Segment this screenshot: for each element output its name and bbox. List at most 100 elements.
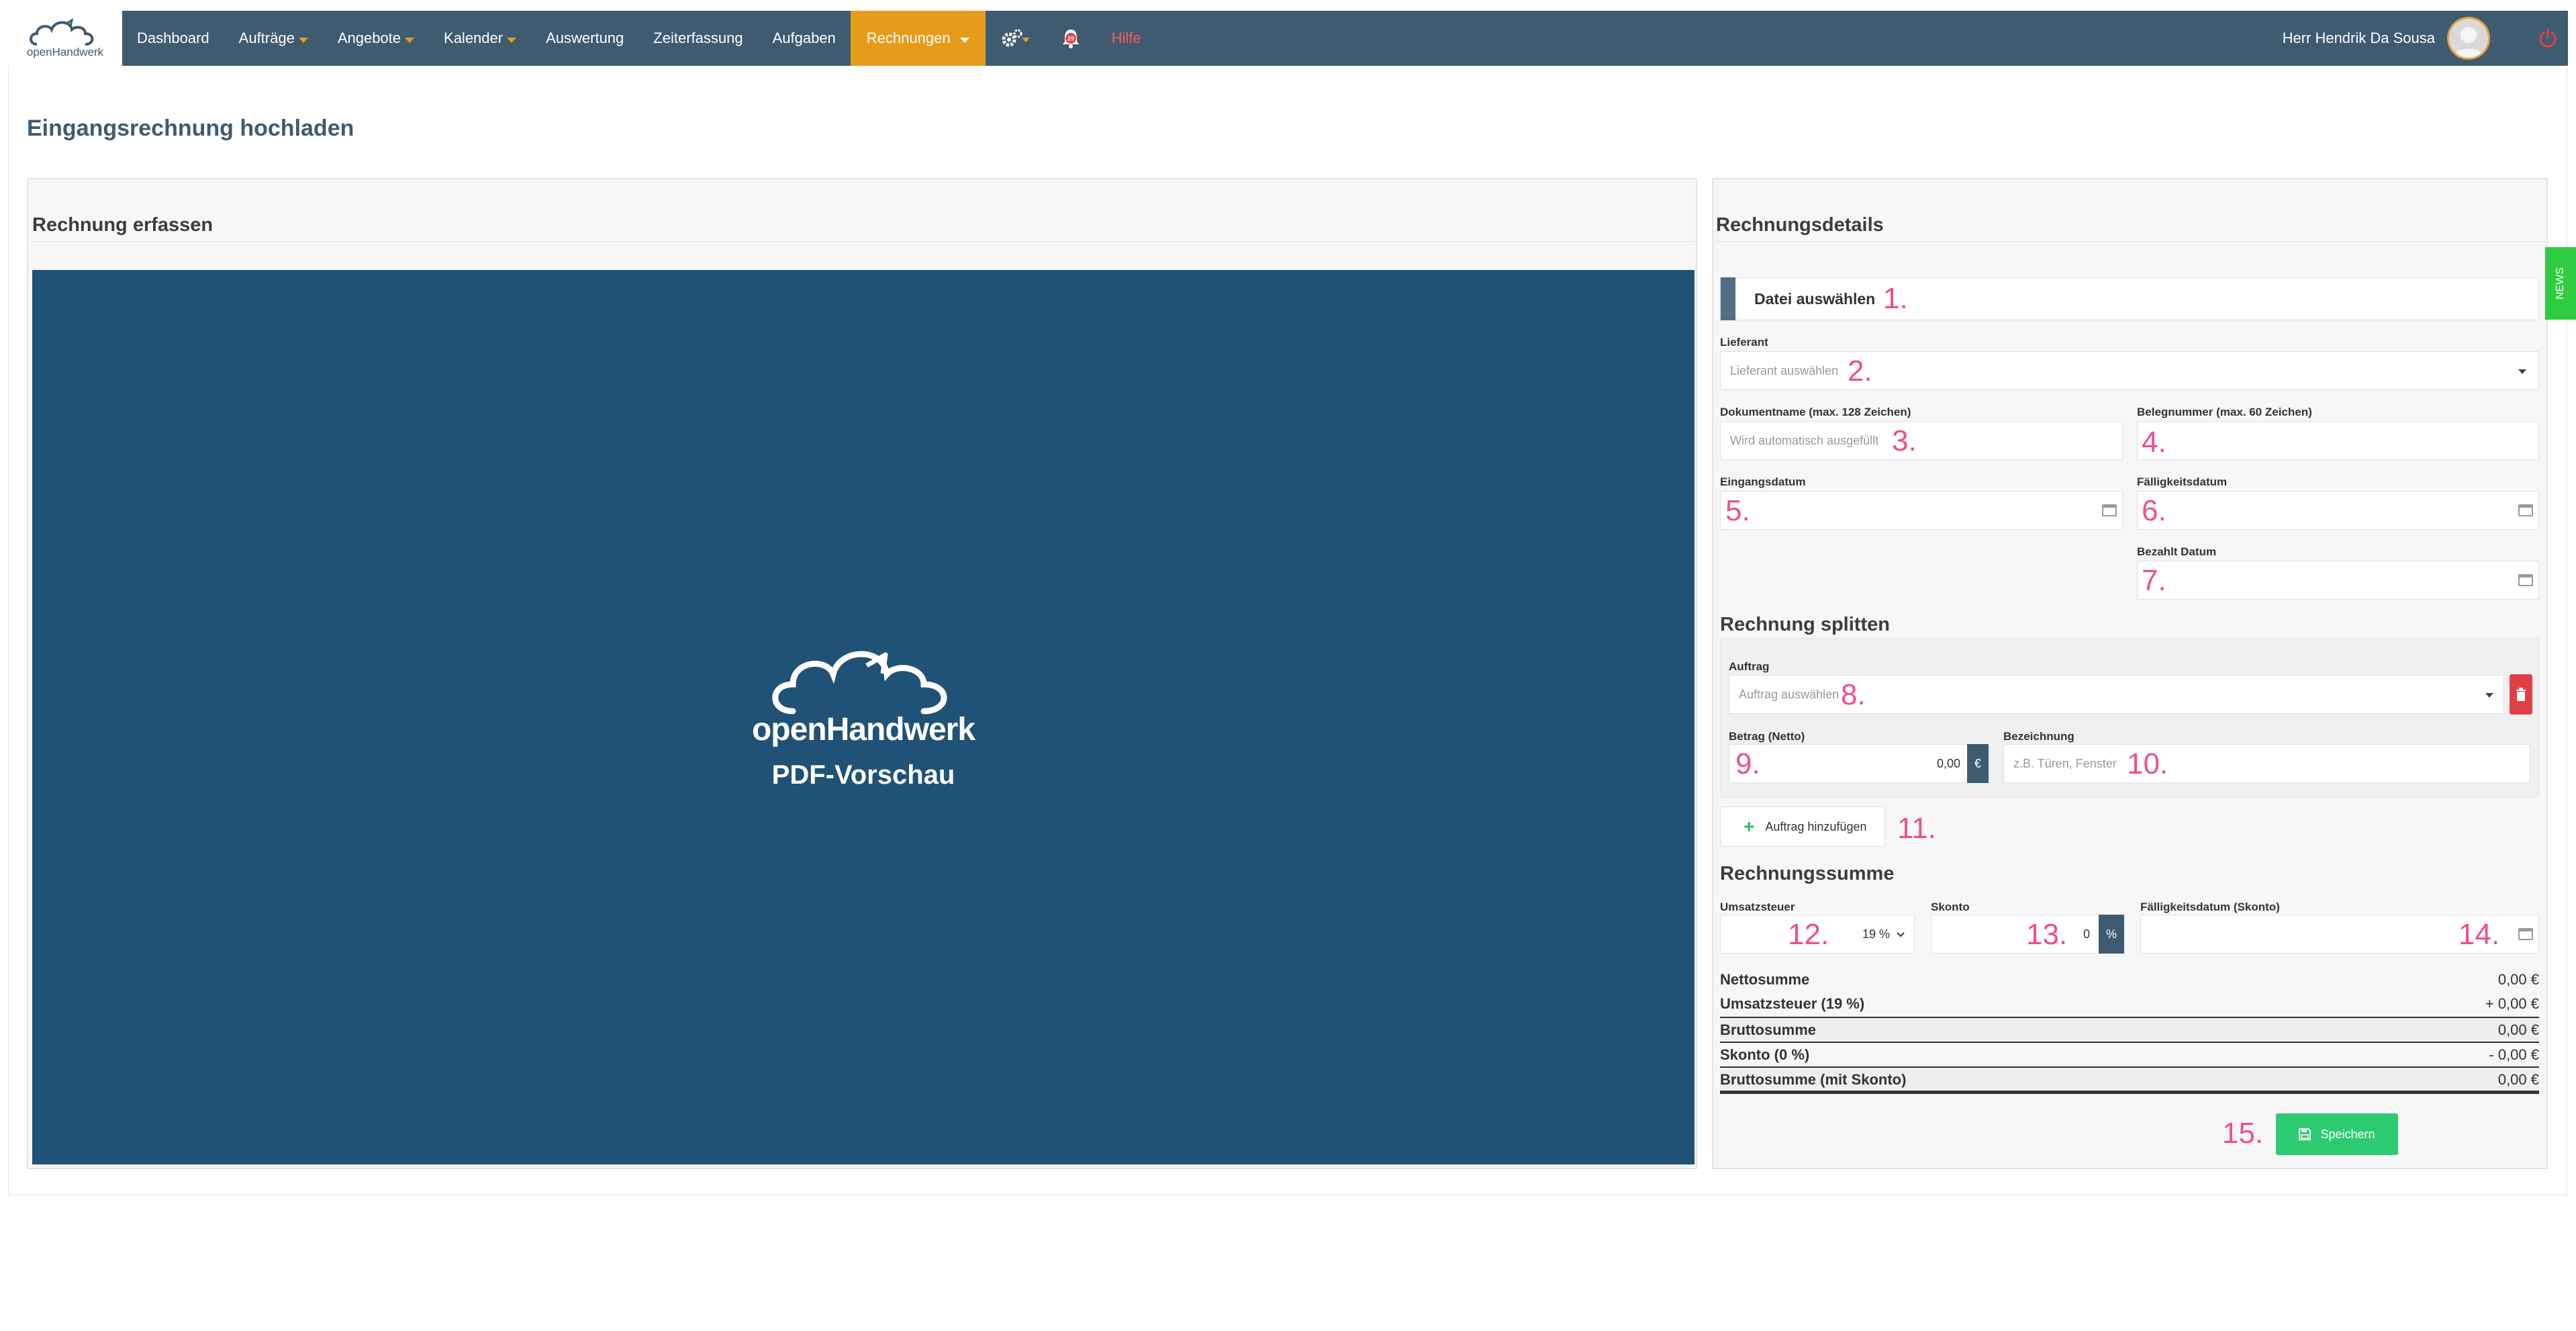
due-date-label: Fälligkeitsdatum: [2137, 475, 2228, 488]
nav-label: Angebote: [337, 30, 401, 46]
marker-4: 4.: [2142, 426, 2166, 459]
sum-value: + 0,00 €: [2485, 995, 2539, 1012]
nav-label: Aufgaben: [772, 30, 836, 46]
due-date-input[interactable]: [2137, 491, 2539, 530]
delete-split-button[interactable]: [2510, 674, 2532, 715]
nav-label: Dashboard: [137, 30, 209, 46]
nav-item-angebote[interactable]: Angebote: [323, 11, 429, 66]
invoice-capture-panel: Rechnung erfassen openHandwerk PDF-Vorsc…: [27, 178, 1697, 1169]
calendar-icon[interactable]: [2518, 574, 2533, 586]
percent-addon: %: [2099, 915, 2124, 954]
calendar-icon[interactable]: [2102, 504, 2117, 516]
caret-down-icon: [405, 38, 415, 43]
vat-value: 19 %: [1862, 927, 1890, 941]
nav-item-auftraege[interactable]: Aufträge: [224, 11, 323, 66]
nav-item-kalender[interactable]: Kalender: [429, 11, 531, 66]
pdf-preview-caption: PDF-Vorschau: [771, 760, 955, 790]
save-button[interactable]: Speichern: [2276, 1113, 2398, 1155]
marker-9: 9.: [1735, 747, 1760, 780]
document-name-label: Dokumentname (max. 128 Zeichen): [1720, 406, 1911, 418]
calendar-icon[interactable]: [2518, 928, 2533, 940]
marker-11: 11.: [1897, 812, 1936, 845]
supplier-select[interactable]: Lieferant auswählen: [1720, 351, 2539, 390]
bell-icon: 29: [1062, 30, 1079, 48]
floppy-disk-icon: [2299, 1128, 2311, 1140]
notifications-button[interactable]: 29: [1045, 11, 1097, 66]
marker-2: 2.: [1848, 355, 1872, 387]
sum-value: 0,00 €: [2497, 1071, 2539, 1088]
nav-label: Aufträge: [238, 30, 295, 46]
nav-label: Rechnungen: [866, 30, 951, 46]
file-button-accent: [1721, 277, 1735, 320]
settings-menu[interactable]: [986, 11, 1045, 66]
sum-value: 0,00 €: [2497, 971, 2539, 988]
logout-button[interactable]: [2528, 11, 2568, 66]
user-area: Herr Hendrik Da Sousa: [2283, 11, 2568, 66]
discount-label: Skonto: [1931, 901, 1970, 913]
nav-item-zeiterfassung[interactable]: Zeiterfassung: [638, 11, 757, 66]
discount-input[interactable]: 0: [1931, 915, 2100, 954]
nav-label: Hilfe: [1111, 30, 1141, 46]
pdf-preview[interactable]: openHandwerk PDF-Vorschau: [32, 270, 1695, 1164]
notification-count: 29: [1067, 36, 1074, 42]
nav-label: Kalender: [444, 30, 504, 46]
pdf-logo-text: openHandwerk: [751, 712, 975, 747]
description-input[interactable]: z.B. Türen, Fenster: [2003, 744, 2530, 783]
avatar[interactable]: [2447, 17, 2490, 60]
order-label: Auftrag: [1729, 660, 1770, 673]
sum-value: - 0,00 €: [2489, 1046, 2539, 1063]
user-name[interactable]: Herr Hendrik Da Sousa: [2283, 30, 2435, 47]
nav-item-dashboard[interactable]: Dashboard: [122, 11, 224, 66]
nav-item-rechnungen[interactable]: Rechnungen: [850, 11, 986, 66]
top-navbar: openHandwerk Dashboard Aufträge Angebote…: [8, 11, 2568, 66]
sum-label: Bruttosumme (mit Skonto): [1720, 1071, 1907, 1088]
document-name-input[interactable]: Wird automatisch ausgefüllt: [1720, 421, 2123, 460]
supplier-label: Lieferant: [1720, 336, 1768, 349]
paid-date-input[interactable]: [2137, 561, 2539, 600]
calendar-icon[interactable]: [2518, 504, 2533, 516]
nav-item-aufgaben[interactable]: Aufgaben: [758, 11, 851, 66]
receipt-date-input[interactable]: [1720, 491, 2123, 530]
receipt-date-label: Eingangsdatum: [1720, 475, 1806, 488]
cloud-logo-icon: [30, 17, 94, 46]
caret-down-icon: [959, 38, 969, 43]
sum-row-net: Nettosumme 0,00 €: [1720, 968, 2539, 992]
description-placeholder: z.B. Türen, Fenster: [2013, 756, 2117, 770]
brand-name: openHandwerk: [26, 46, 104, 58]
sum-value: 0,00 €: [2497, 1021, 2539, 1038]
panel-title: Rechnung erfassen: [32, 214, 213, 236]
total-section-title: Rechnungssumme: [1720, 863, 1895, 884]
marker-1: 1.: [1883, 282, 1908, 315]
news-label: NEWS: [2555, 267, 2566, 300]
nav-item-hilfe[interactable]: Hilfe: [1097, 11, 1156, 66]
sum-label: Nettosumme: [1720, 971, 1810, 988]
page-title: Eingangsrechnung hochladen: [27, 116, 354, 141]
main-navigation: Dashboard Aufträge Angebote Kalender Aus…: [122, 11, 1156, 66]
sum-label: Bruttosumme: [1720, 1021, 1817, 1038]
order-placeholder: Auftrag auswählen: [1739, 687, 1840, 701]
marker-13: 13.: [2026, 918, 2068, 951]
divider: [1720, 1091, 2539, 1094]
nav-item-auswertung[interactable]: Auswertung: [531, 11, 638, 66]
receipt-number-label: Belegnummer (max. 60 Zeichen): [2137, 406, 2312, 418]
paid-date-label: Bezahlt Datum: [2137, 545, 2217, 558]
caret-down-icon: [298, 38, 308, 43]
plus-icon: +: [1744, 816, 1755, 837]
marker-5: 5.: [1725, 494, 1750, 527]
marker-14: 14.: [2459, 918, 2500, 951]
brand-logo[interactable]: openHandwerk: [8, 11, 122, 66]
news-tab[interactable]: NEWS: [2545, 247, 2576, 320]
discount-value: 0: [2083, 927, 2090, 941]
panel-divider: [1716, 241, 2545, 242]
marker-8: 8.: [1841, 678, 1866, 711]
receipt-number-input[interactable]: [2137, 421, 2539, 460]
choose-file-button[interactable]: Datei auswählen: [1720, 277, 2539, 320]
add-order-button[interactable]: + Auftrag hinzufügen: [1720, 807, 1885, 847]
gears-icon: [1002, 29, 1030, 47]
sum-label: Skonto (0 %): [1720, 1046, 1810, 1063]
net-amount-input[interactable]: 0,00: [1729, 744, 1970, 783]
discount-due-date-label: Fälligkeitsdatum (Skonto): [2140, 901, 2280, 913]
supplier-placeholder: Lieferant auswählen: [1730, 363, 1839, 377]
panel-divider: [32, 241, 1695, 242]
cloud-logo-icon: [772, 651, 947, 715]
